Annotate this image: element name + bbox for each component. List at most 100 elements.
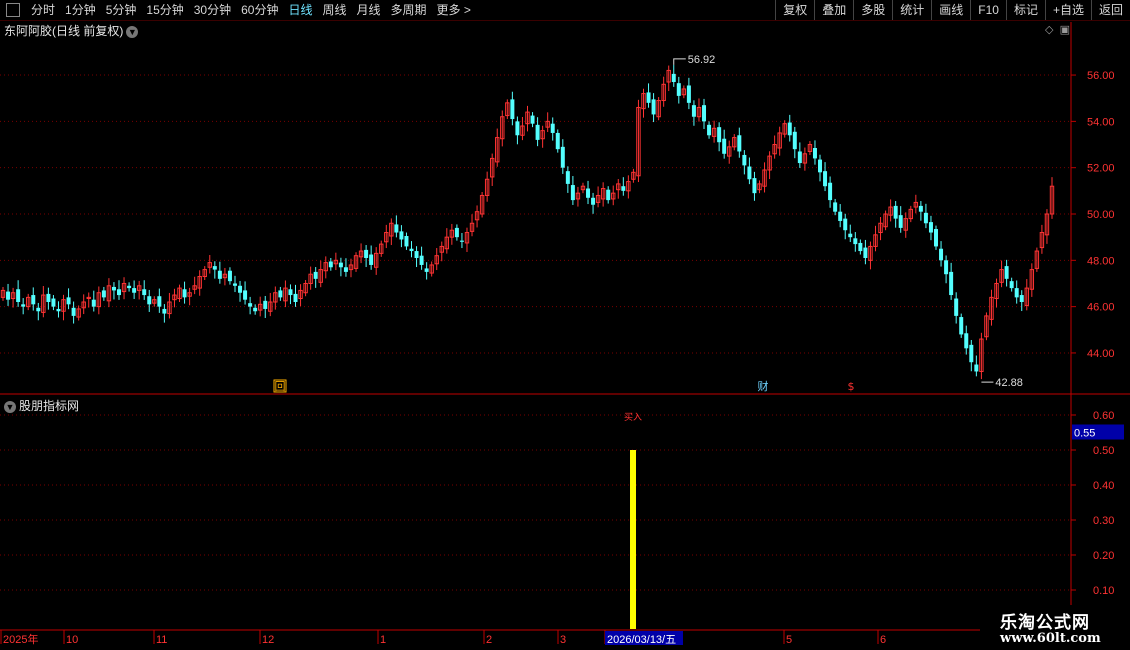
candle-body <box>818 159 823 173</box>
candle-body <box>812 148 817 159</box>
candle-body <box>853 238 858 245</box>
candle-body <box>132 288 137 293</box>
x-tick-label: 5 <box>786 634 792 646</box>
candle-body <box>399 231 404 240</box>
candle-body <box>898 215 903 228</box>
chevron-down-icon[interactable]: ▼ <box>4 400 16 413</box>
event-marker: 财 <box>758 379 769 393</box>
x-tick-label: 3 <box>560 634 566 646</box>
candle-body <box>127 285 132 289</box>
candle-body <box>646 92 651 103</box>
candle-body <box>752 178 757 194</box>
candle-body <box>328 261 333 268</box>
candle-body <box>591 197 596 205</box>
candle-body <box>238 285 243 293</box>
candle-body <box>565 171 570 184</box>
candle-body <box>550 123 555 133</box>
candle-body <box>454 227 459 238</box>
sub-y-tick-label: 0.20 <box>1093 550 1114 562</box>
main-y-axis: 44.00 46.00 48.00 50.00 52.00 54.00 56.00 <box>1071 70 1115 360</box>
candle-body <box>928 222 933 233</box>
candle-body <box>409 248 414 252</box>
candle-body <box>6 291 11 300</box>
main-y-tick-label: 54.00 <box>1087 116 1115 128</box>
price-annotations: 56.92 42.88 <box>673 54 1023 389</box>
candle-body <box>157 296 162 307</box>
candle-body <box>848 233 853 238</box>
diamond-icon[interactable]: ◇ <box>1045 24 1053 36</box>
candle-body <box>828 182 833 201</box>
candle-body <box>823 171 828 187</box>
indicator-title[interactable]: ▼ 股朋指标网 <box>4 397 79 414</box>
candle-body <box>515 121 520 136</box>
candle-body <box>671 73 676 82</box>
sub-y-tick-label: 0.40 <box>1093 480 1114 492</box>
event-marker: 回 <box>275 380 286 393</box>
x-tick-label: 10 <box>66 634 78 646</box>
candle-body <box>227 270 232 282</box>
candle-body <box>722 138 727 154</box>
candle-body <box>217 270 222 279</box>
candle-body <box>424 268 429 272</box>
candle-body <box>293 293 298 302</box>
candle-body <box>71 307 76 316</box>
candle-body <box>954 298 959 316</box>
candle-body <box>742 154 747 166</box>
main-y-tick-label: 44.00 <box>1087 348 1115 360</box>
candlestick-series <box>0 64 1055 380</box>
candle-body <box>394 224 399 233</box>
candle-body <box>702 105 707 122</box>
candle-body <box>419 255 424 265</box>
sub-y-axis: 0.10 0.20 0.30 0.40 0.50 0.60 0.55 <box>1071 410 1124 597</box>
candle-body <box>343 267 348 272</box>
candle-body <box>232 283 237 286</box>
candle-body <box>51 298 56 307</box>
candle-body <box>833 202 838 212</box>
indicator-title-text: 股朋指标网 <box>19 399 80 413</box>
chevron-down-icon[interactable]: ▼ <box>126 25 139 38</box>
indicator-plot: 买入 <box>624 412 642 629</box>
panel-icons: ◇ ▣ <box>1045 23 1070 36</box>
candle-body <box>555 132 560 150</box>
candle-body <box>838 211 843 221</box>
site-watermark: 乐淘公式网 www.60lt.com <box>980 605 1130 650</box>
x-tick-label: 2026/03/13/五 <box>607 634 676 646</box>
candle-body <box>459 240 464 242</box>
sub-y-tick-label: 0.60 <box>1093 410 1114 422</box>
candle-body <box>56 308 61 312</box>
candle-body <box>787 122 792 136</box>
stock-title-text: 东阿阿胶(日线 前复权) <box>4 24 124 38</box>
window-icon[interactable]: ▣ <box>1060 24 1070 36</box>
main-y-tick-label: 52.00 <box>1087 163 1115 175</box>
candle-body <box>253 307 258 312</box>
sub-grid <box>0 414 1071 591</box>
stock-title[interactable]: 东阿阿胶(日线 前复权) ▼ <box>4 22 139 39</box>
candle-body <box>606 189 611 201</box>
candle-body <box>676 83 681 96</box>
candle-body <box>36 307 41 312</box>
candle-body <box>560 146 565 168</box>
x-tick-label: 11 <box>156 634 167 646</box>
sub-y-tick-label: 0.10 <box>1093 585 1114 597</box>
x-tick-label: 6 <box>880 634 886 646</box>
candle-body <box>863 247 868 258</box>
candle-body <box>364 249 369 258</box>
candle-body <box>116 289 121 296</box>
candle-body <box>91 299 96 307</box>
candle-body <box>621 186 626 191</box>
candle-body <box>263 300 268 309</box>
candle-body <box>964 333 969 349</box>
candle-body <box>212 266 217 270</box>
date-axis: 2025年 10 11 12 1 2 3 2026/03/13/五 5 6 <box>0 630 886 646</box>
stock-chart[interactable]: 44.00 46.00 48.00 50.00 52.00 54.00 56.00 0.10… <box>0 0 1130 650</box>
candle-body <box>414 251 419 258</box>
candle-body <box>535 124 540 140</box>
x-tick-label: 12 <box>262 634 274 646</box>
candle-body <box>147 296 152 305</box>
candle-body <box>651 99 656 115</box>
high-price-label: 56.92 <box>688 54 716 66</box>
candle-body <box>747 166 752 180</box>
candle-body <box>248 303 253 307</box>
candle-body <box>338 262 343 268</box>
candle-body <box>949 271 954 296</box>
